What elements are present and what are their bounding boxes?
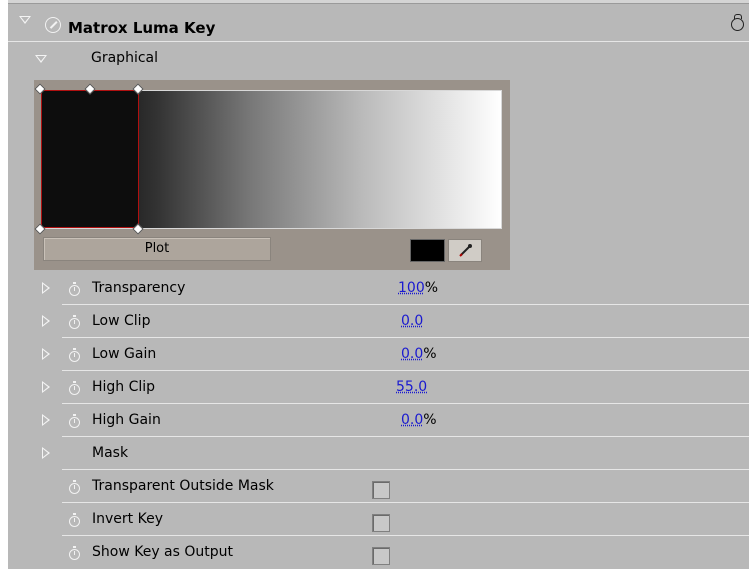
param-row-low-clip[interactable]: Low Clip 0.0 [8, 305, 749, 338]
expand-triangle-icon[interactable] [42, 348, 50, 360]
stopwatch-icon[interactable] [69, 381, 80, 395]
expand-triangle-icon[interactable] [42, 381, 50, 393]
stopwatch-icon[interactable] [69, 315, 80, 329]
option-label: Transparent Outside Mask [92, 478, 274, 494]
param-row-high-clip[interactable]: High Clip 55.0 [8, 371, 749, 404]
param-label: Low Gain [92, 346, 157, 362]
option-row-transparent-outside-mask[interactable]: Transparent Outside Mask [8, 470, 749, 503]
param-value[interactable]: 0.0 [401, 346, 423, 362]
effect-controls-panel: Matrox Luma Key Graphical Plot Transpare… [8, 0, 749, 569]
collapse-triangle-icon[interactable] [35, 55, 47, 63]
stopwatch-icon[interactable] [69, 480, 80, 494]
stopwatch-icon[interactable] [69, 546, 80, 560]
param-label: Transparency [92, 280, 186, 296]
param-value[interactable]: 0.0 [401, 412, 423, 428]
param-row-transparency[interactable]: Transparency 100% [8, 272, 749, 305]
param-label: Low Clip [92, 313, 151, 329]
mask-group[interactable]: Mask [8, 437, 749, 470]
expand-triangle-icon[interactable] [42, 282, 50, 294]
option-label: Invert Key [92, 511, 163, 527]
fx-enable-icon[interactable] [45, 17, 61, 33]
eyedropper-button[interactable] [448, 239, 482, 262]
param-unit: % [424, 280, 439, 296]
option-row-show-key-as-output[interactable]: Show Key as Output [8, 536, 749, 569]
option-row-invert-key[interactable]: Invert Key [8, 503, 749, 536]
clip-region[interactable] [41, 90, 139, 228]
luma-graph: Plot [34, 80, 510, 270]
transparent-outside-mask-checkbox[interactable] [372, 481, 390, 499]
invert-key-checkbox[interactable] [372, 514, 390, 532]
param-unit: % [423, 346, 437, 362]
collapse-triangle-icon[interactable] [19, 16, 31, 24]
reset-icon[interactable] [731, 14, 744, 31]
option-label: Show Key as Output [92, 544, 234, 560]
param-value[interactable]: 0.0 [401, 313, 423, 329]
effect-title: Matrox Luma Key [68, 19, 216, 37]
stopwatch-icon[interactable] [69, 414, 80, 428]
stopwatch-icon[interactable] [69, 348, 80, 362]
param-value[interactable]: 100 [398, 280, 425, 296]
stopwatch-icon[interactable] [69, 513, 80, 527]
expand-triangle-icon[interactable] [42, 414, 50, 426]
param-unit: % [423, 412, 437, 428]
expand-triangle-icon[interactable] [42, 447, 50, 459]
effect-header[interactable]: Matrox Luma Key [8, 4, 749, 42]
param-value[interactable]: 55.0 [396, 379, 427, 395]
param-row-low-gain[interactable]: Low Gain 0.0% [8, 338, 749, 371]
graphical-label: Graphical [91, 50, 158, 66]
key-color-swatch[interactable] [410, 239, 445, 262]
param-row-high-gain[interactable]: High Gain 0.0% [8, 404, 749, 437]
mask-label: Mask [92, 445, 129, 461]
stopwatch-icon[interactable] [69, 282, 80, 296]
param-label: High Clip [92, 379, 156, 395]
param-label: High Gain [92, 412, 161, 428]
graphical-group[interactable]: Graphical [8, 42, 749, 76]
expand-triangle-icon[interactable] [42, 315, 50, 327]
show-key-as-output-checkbox[interactable] [372, 547, 390, 565]
eyedropper-icon [459, 244, 472, 257]
plot-button[interactable]: Plot [43, 237, 271, 261]
